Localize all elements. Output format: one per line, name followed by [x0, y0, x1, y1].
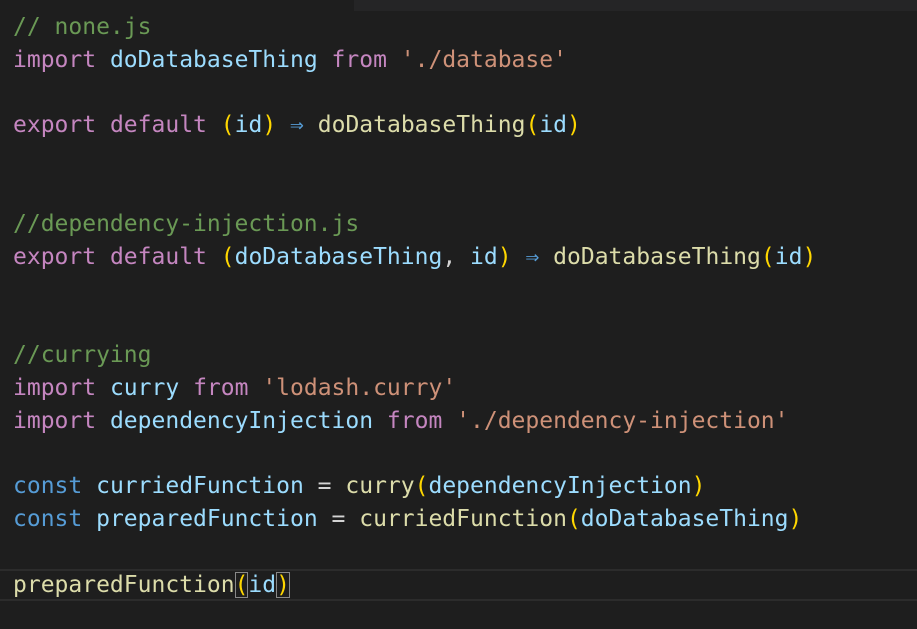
code-token: ): [788, 505, 803, 532]
code-token: export: [13, 112, 97, 139]
code-token: curriedFunction: [359, 505, 567, 532]
code-token: default: [109, 243, 207, 270]
code-token: ⇒: [290, 112, 304, 139]
code-token: ): [497, 243, 512, 270]
code-token: ): [276, 571, 290, 598]
code-token: const: [13, 473, 83, 500]
code-line[interactable]: //currying: [13, 339, 917, 372]
code-editor[interactable]: // none.js import doDatabaseThing from '.…: [0, 0, 917, 629]
code-token: import: [13, 46, 97, 73]
code-token: ): [802, 243, 817, 270]
code-token: //dependency-injection.js: [13, 210, 360, 237]
tab-strip: [0, 0, 917, 11]
code-token: =: [303, 473, 346, 500]
code-token: (: [760, 243, 775, 270]
code-token: ): [691, 473, 706, 500]
code-token: id: [539, 112, 568, 139]
code-token: export: [13, 243, 97, 270]
code-token: curry: [109, 374, 180, 401]
code-token: preparedFunction: [96, 505, 318, 532]
code-token: (: [220, 243, 235, 270]
code-token: const: [13, 505, 83, 532]
code-token: (: [414, 473, 429, 500]
code-token: default: [109, 112, 207, 139]
code-line[interactable]: const curriedFunction = curry(dependency…: [13, 470, 917, 503]
code-token: dependencyInjection: [109, 407, 374, 434]
code-line[interactable]: export default (doDatabaseThing, id) ⇒ d…: [13, 241, 917, 274]
code-token: 'lodash.curry': [262, 374, 457, 401]
code-token: ⇒: [525, 243, 540, 270]
code-token: './database': [400, 46, 567, 73]
code-token: from: [331, 46, 387, 73]
code-token: from: [386, 407, 443, 434]
code-line[interactable]: [13, 175, 917, 208]
code-line[interactable]: [13, 142, 917, 175]
code-token: id: [774, 243, 803, 270]
code-token: ): [262, 112, 277, 139]
code-token: curriedFunction: [96, 473, 304, 500]
code-line[interactable]: // none.js: [13, 11, 917, 44]
code-token: id: [470, 243, 498, 270]
code-token: curry: [345, 473, 415, 500]
code-token: id: [248, 571, 277, 598]
code-token: from: [193, 374, 249, 401]
code-line[interactable]: import doDatabaseThing from './database': [13, 44, 917, 77]
code-token: id: [234, 112, 263, 139]
code-token: (: [566, 505, 581, 532]
code-area[interactable]: // none.js import doDatabaseThing from '.…: [0, 11, 917, 602]
code-line[interactable]: import dependencyInjection from './depen…: [13, 405, 917, 438]
code-token: doDatabaseThing: [553, 243, 761, 270]
code-token: './dependency-injection': [456, 407, 789, 434]
code-line[interactable]: [13, 536, 917, 569]
active-tab[interactable]: [0, 0, 354, 11]
code-token: (: [525, 112, 540, 139]
code-token: import: [13, 407, 97, 434]
code-token: //currying: [13, 341, 152, 368]
code-line[interactable]: preparedFunction(id): [0, 568, 917, 602]
code-token: import: [13, 374, 97, 401]
code-token: ,: [442, 243, 471, 270]
code-line[interactable]: [13, 273, 917, 306]
code-line[interactable]: export default (id) ⇒ doDatabaseThing(id…: [13, 109, 917, 142]
code-line[interactable]: //dependency-injection.js: [13, 208, 917, 241]
code-token: =: [317, 505, 360, 532]
code-token: ): [567, 112, 581, 139]
code-token: // none.js: [13, 14, 152, 40]
code-token: (: [234, 571, 249, 598]
code-token: (: [220, 112, 235, 139]
code-token: doDatabaseThing: [580, 505, 789, 532]
code-token: doDatabaseThing: [317, 112, 526, 139]
code-token: preparedFunction: [13, 571, 235, 598]
code-token: dependencyInjection: [428, 473, 692, 500]
code-line[interactable]: [13, 77, 917, 110]
code-line[interactable]: [13, 437, 917, 470]
code-token: doDatabaseThing: [109, 46, 318, 73]
code-line[interactable]: [13, 306, 917, 339]
code-line[interactable]: const preparedFunction = curriedFunction…: [13, 503, 917, 536]
code-line[interactable]: import curry from 'lodash.curry': [13, 372, 917, 405]
code-token: doDatabaseThing: [234, 243, 443, 270]
